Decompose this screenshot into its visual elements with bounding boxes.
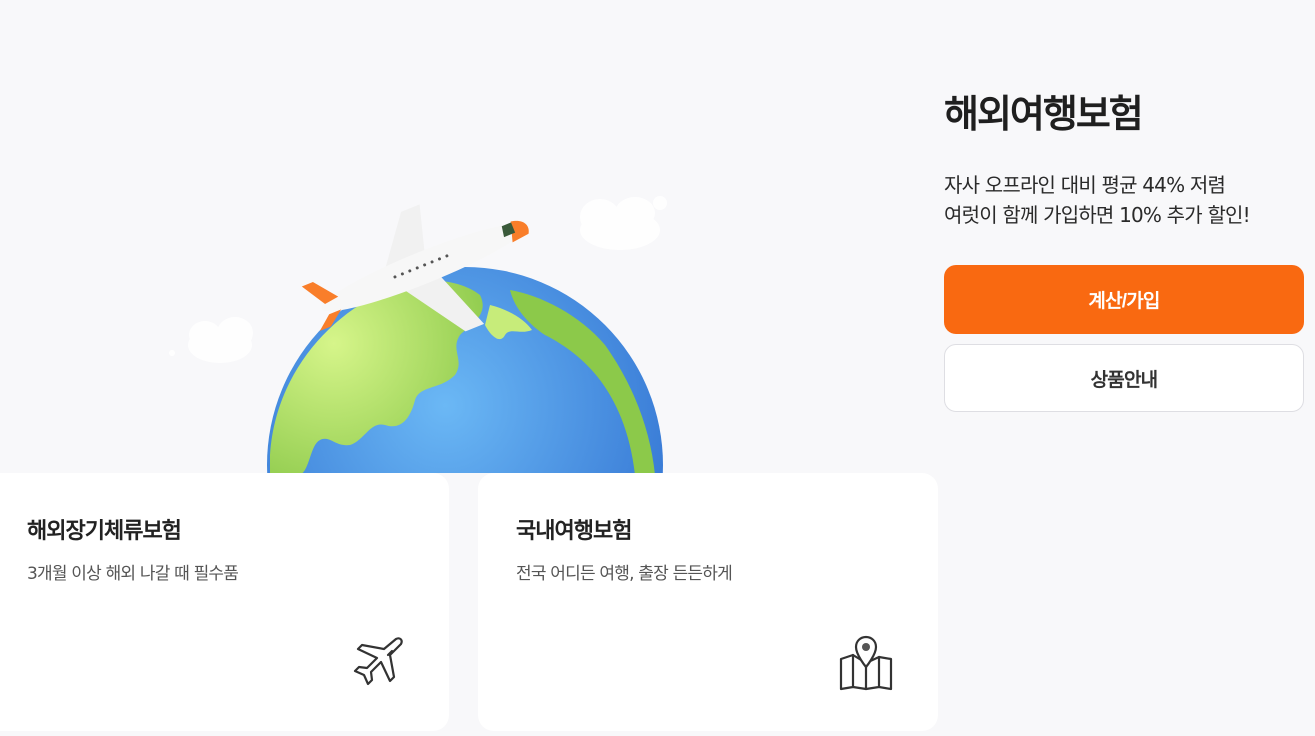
product-info-button[interactable]: 상품안내 (944, 344, 1304, 412)
product-title: 해외여행보험 (944, 92, 1144, 136)
product-desc-line: 여럿이 함께 가입하면 10% 추가 할인! (944, 203, 1251, 227)
card-subtitle: 3개월 이상 해외 나갈 때 필수품 (27, 564, 239, 584)
card-domestic-travel-insurance[interactable]: 국내여행보험 전국 어디든 여행, 출장 든든하게 (478, 473, 938, 731)
card-subtitle: 전국 어디든 여행, 출장 든든하게 (516, 564, 733, 584)
map-pin-icon (839, 635, 893, 691)
cloud-icon (169, 317, 253, 363)
card-title: 해외장기체류보험 (27, 519, 182, 544)
cloud-icon (580, 196, 667, 250)
airplane-icon (353, 637, 403, 686)
product-description: 자사 오프라인 대비 평균 44% 저렴 여럿이 함께 가입하면 10% 추가 … (944, 170, 1304, 230)
card-long-stay-insurance[interactable]: 해외장기체류보험 3개월 이상 해외 나갈 때 필수품 (0, 473, 449, 731)
card-title: 국내여행보험 (516, 519, 632, 544)
product-panel: 해외여행보험 자사 오프라인 대비 평균 44% 저렴 여럿이 함께 가입하면 … (944, 90, 1304, 412)
product-desc-line: 자사 오프라인 대비 평균 44% 저렴 (944, 173, 1226, 197)
calculate-join-button[interactable]: 계산/가입 (944, 265, 1304, 334)
